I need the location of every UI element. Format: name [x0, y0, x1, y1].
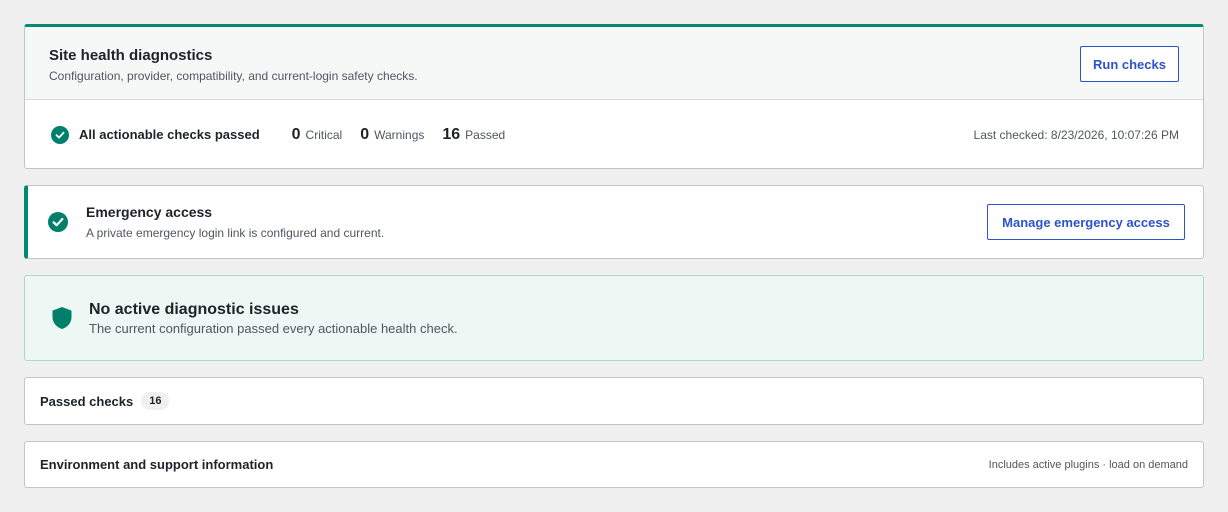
passed-count: 16 [442, 125, 461, 143]
stat-warnings: 0 Warnings [360, 126, 424, 144]
critical-label: Critical [305, 127, 343, 142]
emergency-subtitle: A private emergency login link is config… [86, 226, 385, 240]
manage-emergency-access-button[interactable]: Manage emergency access [987, 204, 1185, 240]
warnings-count: 0 [360, 125, 370, 143]
diagnostics-card: Site health diagnostics Configuration, p… [24, 24, 1204, 169]
environment-info-toggle[interactable]: Environment and support information Incl… [24, 441, 1204, 488]
emergency-title: Emergency access [86, 204, 213, 220]
summary-status: All actionable checks passed [79, 127, 260, 142]
emergency-access-card: Emergency access A private emergency log… [24, 185, 1204, 259]
page-subtitle: Configuration, provider, compatibility, … [49, 69, 418, 83]
check-circle-icon [51, 125, 69, 144]
no-issues-notice: No active diagnostic issues The current … [24, 275, 1204, 361]
diagnostics-header: Site health diagnostics Configuration, p… [25, 27, 1203, 100]
passed-checks-count-badge: 16 [141, 392, 170, 410]
diagnostics-page: Site health diagnostics Configuration, p… [24, 24, 1204, 488]
no-issues-subtitle: The current configuration passed every a… [89, 320, 458, 336]
last-checked-timestamp: Last checked: 8/23/2026, 10:07:26 PM [973, 127, 1179, 142]
passed-label: Passed [465, 127, 506, 142]
page-title: Site health diagnostics [49, 47, 213, 64]
environment-info-title: Environment and support information [40, 457, 274, 472]
run-checks-button[interactable]: Run checks [1080, 46, 1179, 82]
shield-icon [51, 306, 73, 330]
stat-critical: 0 Critical [292, 126, 343, 144]
warnings-label: Warnings [374, 127, 425, 142]
no-issues-text: No active diagnostic issues The current … [89, 300, 458, 337]
passed-checks-title: Passed checks [40, 393, 134, 409]
environment-info-meta: Includes active plugins · load on demand [988, 458, 1188, 471]
stat-passed: 16 Passed [442, 126, 505, 144]
emergency-text: Emergency access A private emergency log… [86, 204, 384, 240]
check-circle-icon [48, 212, 68, 232]
summary-bar: All actionable checks passed 0 Critical … [25, 100, 1203, 168]
critical-count: 0 [291, 125, 301, 143]
no-issues-title: No active diagnostic issues [89, 300, 299, 318]
passed-checks-toggle[interactable]: Passed checks 16 [24, 377, 1204, 425]
